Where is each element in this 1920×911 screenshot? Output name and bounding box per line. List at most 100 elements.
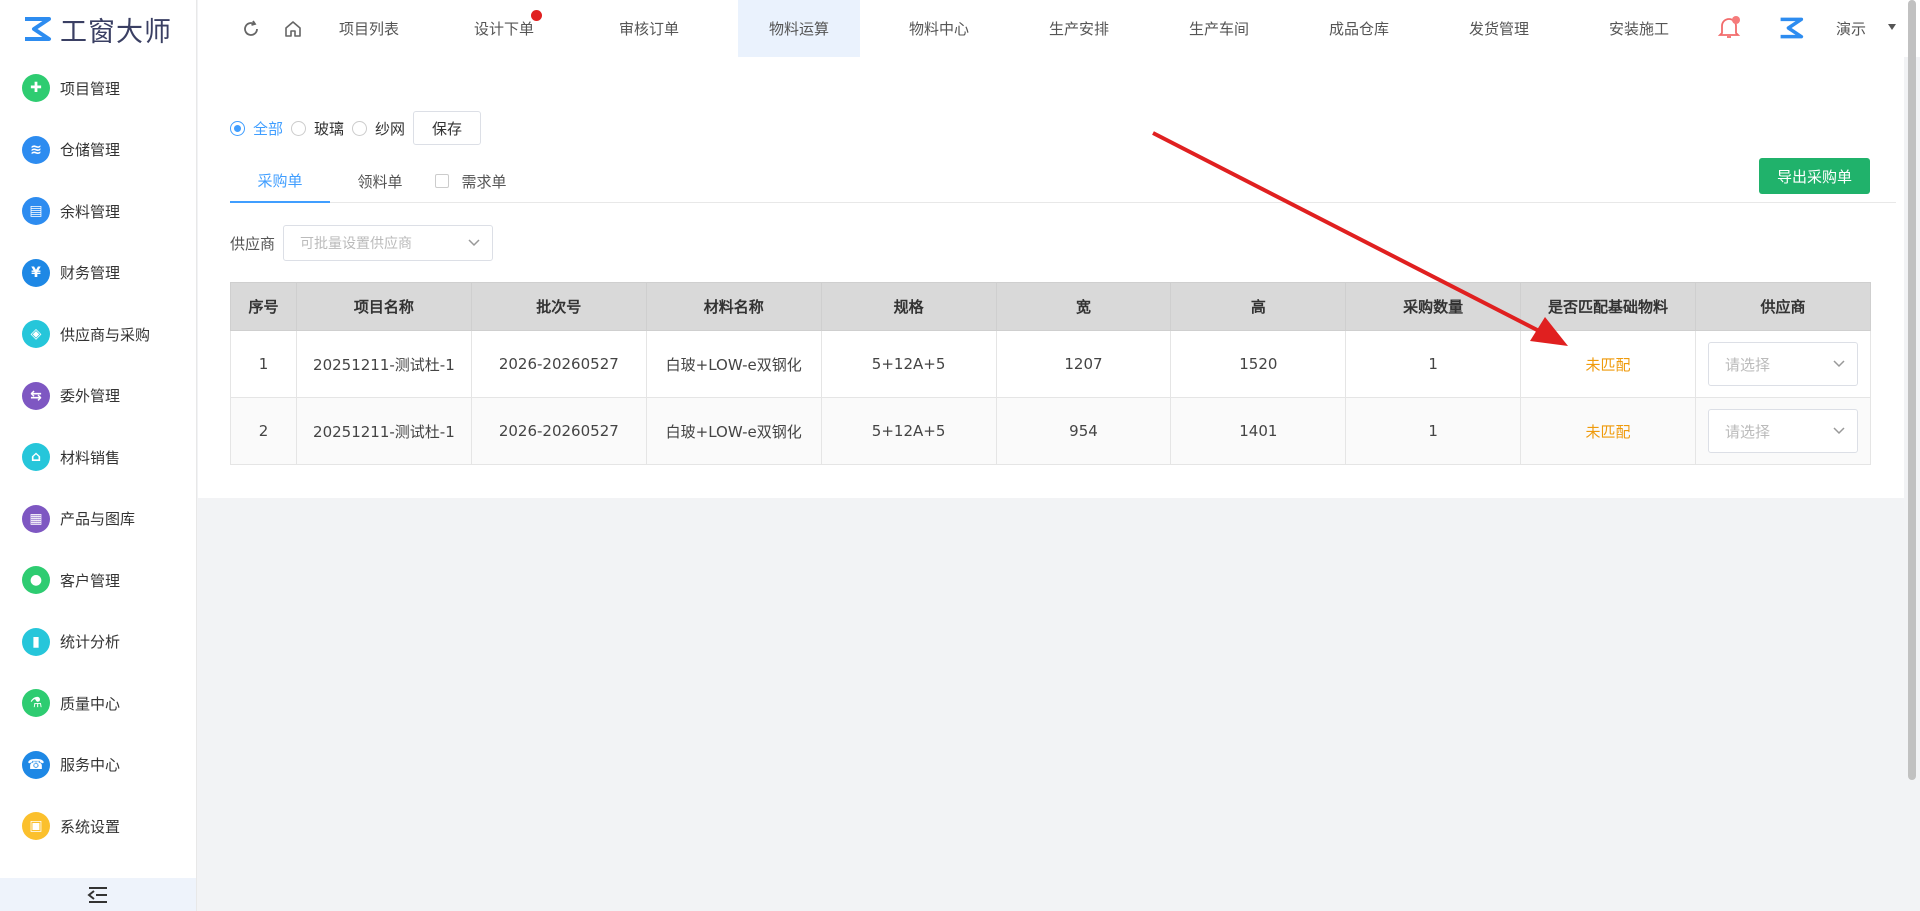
collapse-sidebar-button[interactable] (0, 878, 196, 911)
layers-icon: ≋ (22, 135, 50, 164)
nav-tab-8[interactable]: 发货管理 (1438, 0, 1560, 57)
sidebar-item-11[interactable]: ☎ 服务中心 (0, 745, 196, 785)
sidebar-item-2[interactable]: ▤ 余料管理 (0, 191, 196, 231)
sidebar-item-label: 服务中心 (60, 756, 121, 774)
nav-tab-1[interactable]: 设计下单 (443, 0, 565, 57)
cell-height: 1520 (1170, 330, 1347, 398)
cell-width: 1207 (995, 330, 1172, 398)
nav-tab-3[interactable]: 物料运算 (738, 0, 860, 57)
sidebar-item-label: 委外管理 (60, 387, 121, 405)
outsource-icon: ⇆ (22, 381, 50, 410)
logo-icon (25, 17, 51, 41)
home-icon[interactable] (278, 14, 308, 44)
purchase-table: 序号 项目名称 批次号 材料名称 规格宽高采购数量 是否匹配基础物料 供应商 1 202512… (230, 282, 1872, 465)
cell-width: 954 (995, 397, 1172, 465)
supplier-select[interactable]: 请选择 (1707, 342, 1858, 386)
sidebar-item-1[interactable]: ≋ 仓储管理 (0, 130, 196, 170)
column-header: 供应商 (1694, 282, 1872, 331)
cell-spec: 5+12A+5 (820, 397, 997, 465)
cell-batch: 2026-20260527 (470, 330, 647, 398)
sidebar-item-label: 系统设置 (60, 817, 121, 836)
sidebar-item-6[interactable]: ⌂ 材料销售 (0, 437, 196, 477)
column-header: 是否匹配基础物料 (1520, 282, 1696, 331)
supplier-select[interactable]: 请选择 (1707, 409, 1858, 453)
cell-material: 白玻+LOW-e双钢化 (645, 397, 822, 465)
sidebar-item-10[interactable]: ⚗ 质量中心 (0, 683, 196, 723)
radio-option-0[interactable]: 全部 (230, 118, 291, 139)
table-row: 2 20251211-测试杜-1 2026-20260527 白玻+LOW-e双钢化 5… (230, 397, 1872, 465)
user-dropdown-caret-icon[interactable] (1888, 24, 1896, 30)
nav-tab-9[interactable]: 安装施工 (1578, 0, 1700, 57)
puzzle-icon: ✚ (22, 74, 50, 102)
column-header: 采购数量 (1345, 282, 1522, 331)
sidebar-item-label: 客户管理 (60, 571, 121, 590)
sidebar-item-5[interactable]: ⇆ 委外管理 (0, 376, 196, 416)
sidebar-item-8[interactable]: ● 客户管理 (0, 560, 196, 600)
match-status-text: 未匹配 (1585, 355, 1631, 374)
sidebar-item-label: 统计分析 (60, 633, 121, 651)
sidebar-item-label: 仓储管理 (60, 141, 121, 159)
user-icon: ● (22, 566, 50, 594)
tab-picking-order[interactable]: 领料单 (330, 159, 430, 203)
sidebar-item-label: 余料管理 (60, 202, 121, 221)
nav-tab-4[interactable]: 物料中心 (878, 0, 1000, 57)
cell-project: 20251211-测试杜-1 (295, 330, 472, 398)
chart-icon: ▮ (22, 627, 50, 656)
sidebar-item-3[interactable]: ¥ 财务管理 (0, 253, 196, 293)
supplier-label: 供应商 (230, 234, 276, 253)
cell-batch: 2026-20260527 (470, 397, 647, 465)
table-row: 1 20251211-测试杜-1 2026-20260527 白玻+LOW-e双钢化 5… (230, 330, 1872, 398)
column-header: 序号 (230, 282, 297, 331)
nav-tab-6[interactable]: 生产车间 (1158, 0, 1280, 57)
radio-circle[interactable] (230, 120, 245, 136)
document-icon: ▤ (22, 197, 50, 225)
material-filter: 全部 玻璃 纱网 保存 (230, 111, 482, 145)
refresh-icon[interactable] (236, 14, 266, 44)
sidebar-item-12[interactable]: ▣ 系统设置 (0, 806, 196, 846)
radio-circle[interactable] (352, 120, 368, 136)
flask-icon: ⚗ (22, 689, 50, 717)
sidebar-item-9[interactable]: ▮ 统计分析 (0, 622, 196, 662)
export-purchase-order-button[interactable]: 导出采购单 (1758, 158, 1870, 194)
chevron-down-icon (1833, 360, 1845, 368)
page-scrollbar[interactable] (1908, 0, 1916, 780)
supplier-batch-select[interactable]: 可批量设置供应商 (283, 225, 494, 261)
radio-circle[interactable] (291, 120, 307, 136)
order-tabs: 采购单 领料单 需求单 (230, 159, 1896, 203)
sidebar-item-4[interactable]: ◈ 供应商与采购 (0, 314, 196, 354)
match-status-text: 未匹配 (1585, 422, 1631, 441)
cell-qty: 1 (1345, 397, 1522, 465)
tab-purchase-order[interactable]: 采购单 (230, 159, 330, 203)
cell-spec: 5+12A+5 (820, 330, 997, 398)
nav-tab-0[interactable]: 项目列表 (308, 0, 430, 57)
nav-tab-7[interactable]: 成品仓库 (1298, 0, 1420, 57)
nav-tab-5[interactable]: 生产安排 (1018, 0, 1140, 57)
phone-icon: ☎ (22, 750, 50, 779)
user-avatar-icon[interactable] (1778, 15, 1804, 45)
radio-option-2[interactable]: 纱网 (352, 118, 413, 139)
sidebar-item-label: 材料销售 (60, 448, 121, 467)
column-header: 宽 (995, 282, 1172, 331)
sidebar-item-0[interactable]: ✚ 项目管理 (0, 68, 196, 108)
user-name[interactable]: 演示 (1836, 0, 1866, 57)
box-icon: ▦ (22, 504, 50, 533)
cell-qty: 1 (1345, 330, 1522, 398)
sidebar-item-label: 项目管理 (60, 79, 121, 98)
sidebar-item-label: 产品与图库 (60, 510, 136, 528)
collapse-icon (87, 886, 107, 903)
cell-project: 20251211-测试杜-1 (295, 397, 472, 465)
demand-checkbox[interactable] (435, 174, 450, 188)
shield-icon: ◈ (22, 320, 50, 348)
save-button[interactable]: 保存 (413, 111, 482, 145)
column-header: 项目名称 (295, 282, 472, 331)
sidebar-item-7[interactable]: ▦ 产品与图库 (0, 499, 196, 539)
nav-tab-2[interactable]: 审核订单 (588, 0, 710, 57)
tab-demand-order[interactable]: 需求单 (426, 159, 516, 203)
top-nav: 项目列表 设计下单 审核订单 物料运算 物料中心 生产安排 生产车间 成品仓库 发货管理 安装施工… (198, 0, 1920, 57)
sidebar-item-label: 质量中心 (60, 694, 121, 713)
cell-supplier: 请选择 (1694, 397, 1872, 465)
bell-icon[interactable] (1714, 13, 1744, 43)
radio-option-1[interactable]: 玻璃 (291, 118, 352, 139)
logo[interactable]: 工窗大师 (0, 0, 196, 58)
main-content: 全部 玻璃 纱网 保存 采购单 领料单 需求单 导出采购单 供应商 可批量设置供应… (198, 57, 1904, 498)
